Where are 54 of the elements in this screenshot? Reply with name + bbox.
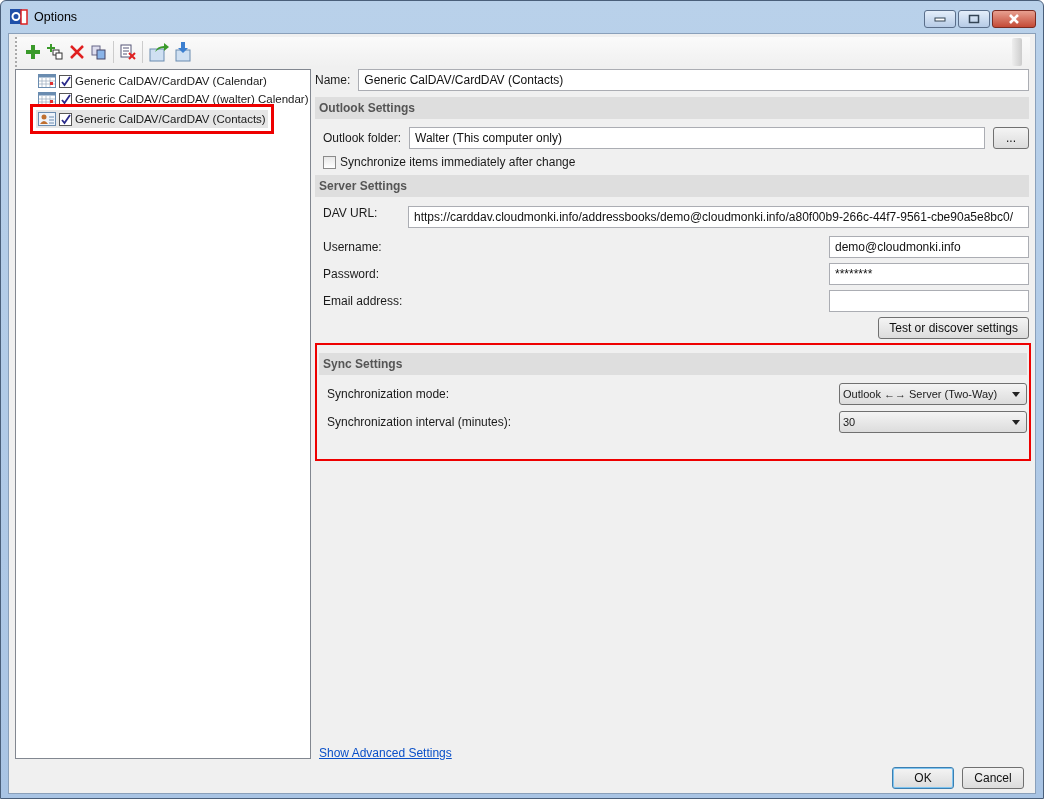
checkbox[interactable] (59, 74, 72, 88)
contact-card-icon (38, 112, 56, 126)
dropdown[interactable]: 30 (839, 411, 1027, 433)
field-label: Email address: (323, 294, 404, 308)
copy-icon[interactable] (91, 44, 107, 60)
dropdown[interactable]: Outlook ←→ Server (Two-Way) (839, 383, 1027, 405)
profile-name: Generic CalDAV/CardDAV (Contacts) (75, 113, 266, 125)
advanced-settings-link[interactable]: Show Advanced Settings (319, 746, 452, 760)
scrollbar[interactable] (1012, 38, 1022, 66)
dialog-button[interactable]: Cancel (962, 767, 1024, 789)
close-icon (1007, 14, 1021, 24)
name-label: Name: (315, 73, 351, 87)
profile-name: Generic CalDAV/CardDAV ((walter) Calendar) (75, 93, 309, 105)
outlook-folder-field[interactable]: Walter (This computer only) (409, 127, 985, 149)
section-header: Sync Settings (319, 353, 1027, 375)
checkbox[interactable] (59, 112, 72, 126)
minimize-button[interactable] (924, 10, 956, 28)
name-field[interactable]: Generic CalDAV/CardDAV (Contacts) (358, 69, 1029, 91)
profile-name: Generic CalDAV/CardDAV (Calendar) (75, 75, 267, 87)
add-copy-icon[interactable] (47, 44, 63, 60)
caret-icon (1012, 391, 1020, 397)
plus-icon[interactable] (25, 44, 41, 60)
dav-url-field[interactable]: https://carddav.cloudmonki.info/addressbooks/demo@cloudmonki.info/a80f00b9-266c-44f7-9561-cbe90a5e8bc0/ (408, 206, 1029, 228)
calendar-icon (38, 92, 56, 106)
calendar-icon (38, 74, 56, 88)
field-label: Username: (323, 240, 383, 254)
setting-label: Synchronization mode: (327, 387, 451, 401)
profile-item[interactable]: Generic CalDAV/CardDAV (Calendar) (36, 72, 269, 90)
text-field[interactable]: demo@cloudmonki.info (829, 236, 1029, 258)
field-label: Password: (323, 267, 381, 281)
caret-icon (1012, 419, 1020, 425)
browse-button[interactable]: ... (993, 127, 1029, 149)
delete-icon[interactable] (69, 44, 85, 60)
setting-label: Synchronization interval (minutes): (327, 415, 513, 429)
outlook-folder-label: Outlook folder: (323, 131, 402, 145)
dav-url-label: DAV URL: (323, 205, 379, 220)
dialog-button[interactable]: OK (892, 767, 954, 789)
checkbox-label: Synchronize items immediately after change (340, 155, 576, 169)
window-title: Options (34, 10, 78, 24)
maximize-icon (968, 14, 980, 24)
minimize-icon (934, 16, 946, 22)
profile-item[interactable]: Generic CalDAV/CardDAV ((walter) Calendar) (36, 90, 311, 108)
text-field[interactable] (829, 290, 1029, 312)
maximize-button[interactable] (958, 10, 990, 28)
section-header: Server Settings (315, 175, 1029, 197)
text-field[interactable]: ******** (829, 263, 1029, 285)
export-icon[interactable] (149, 42, 169, 62)
test-settings-button[interactable]: Test or discover settings (878, 317, 1029, 339)
clear-icon[interactable] (120, 44, 136, 60)
app-icon (10, 8, 28, 26)
checkbox[interactable] (59, 92, 72, 106)
close-button[interactable] (992, 10, 1036, 28)
section-header: Outlook Settings (315, 97, 1029, 119)
checkbox[interactable] (323, 155, 336, 169)
